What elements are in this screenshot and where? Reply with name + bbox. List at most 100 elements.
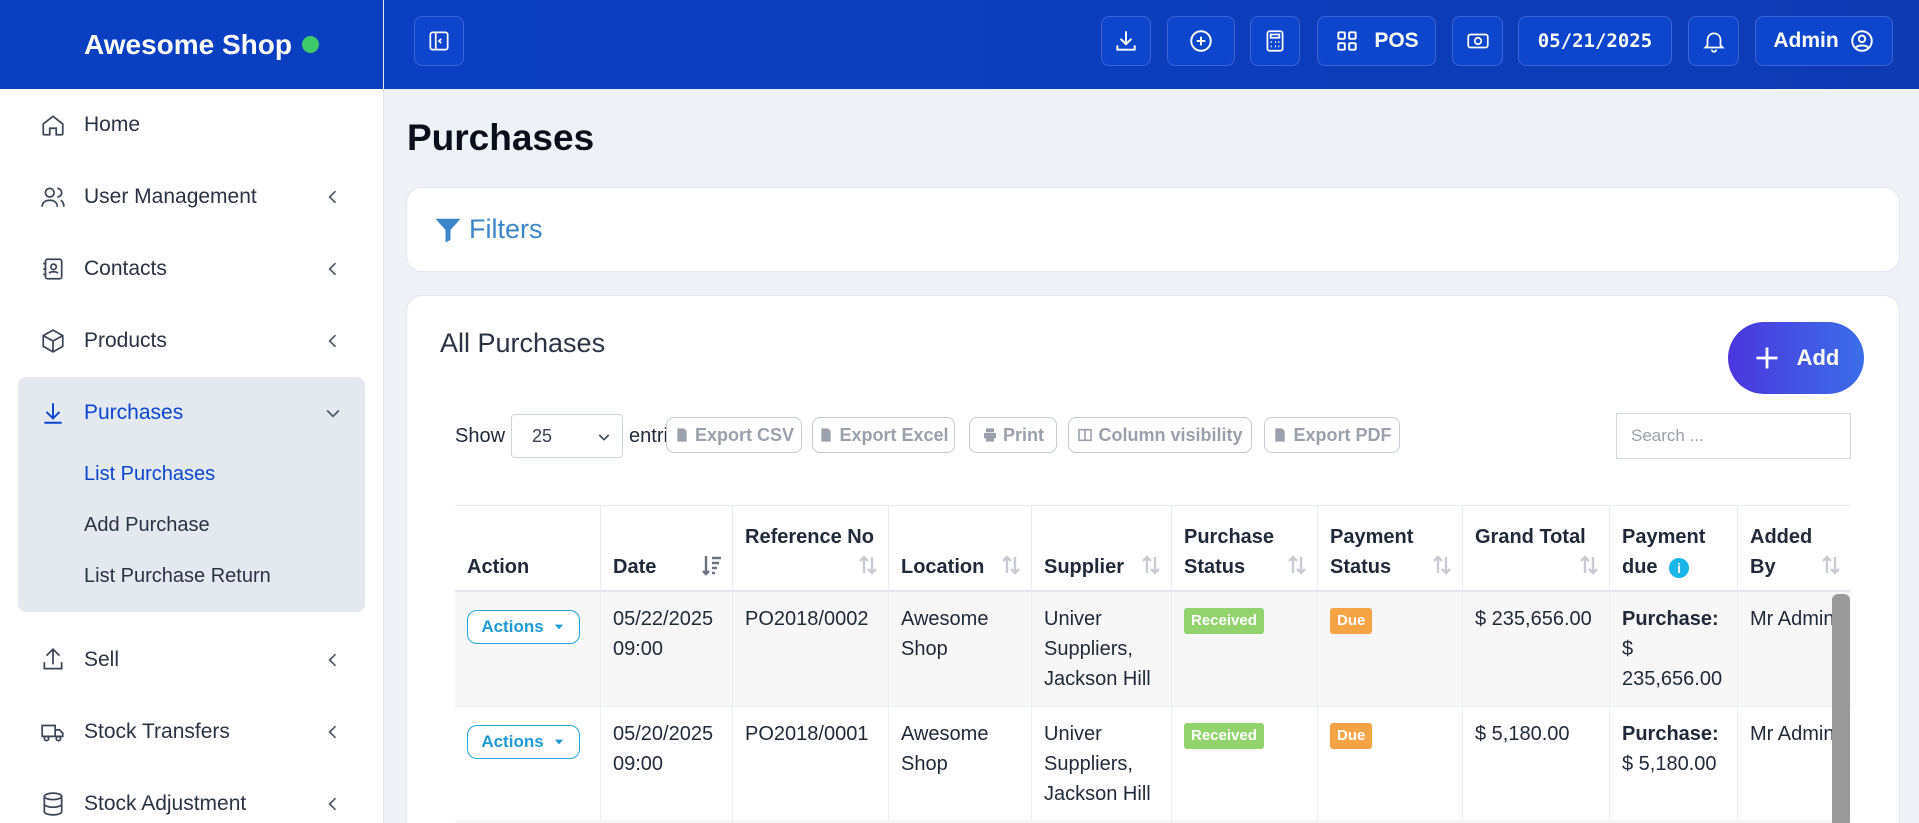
pos-label: POS bbox=[1374, 29, 1419, 52]
filter-icon bbox=[435, 218, 461, 242]
actions-label: Actions bbox=[481, 617, 544, 636]
users-icon bbox=[38, 182, 68, 212]
due-value: $ 5,180.00 bbox=[1622, 753, 1717, 775]
download-button[interactable] bbox=[1101, 16, 1151, 66]
due-label: Purchase: bbox=[1622, 723, 1719, 745]
sidebar-item-label: User Management bbox=[84, 185, 257, 208]
sort-icon bbox=[1288, 555, 1306, 575]
search-placeholder: Search ... bbox=[1631, 426, 1704, 445]
due-label: Purchase: bbox=[1622, 608, 1719, 630]
chevron-left-icon bbox=[328, 797, 337, 811]
brand-name: Awesome Shop bbox=[84, 28, 292, 60]
cell-location: Awesome Shop bbox=[889, 592, 1032, 707]
calculator-button[interactable] bbox=[1250, 16, 1300, 66]
print-button[interactable]: Print bbox=[969, 417, 1057, 453]
sidebar-item-stock-transfers[interactable]: Stock Transfers bbox=[18, 696, 365, 768]
cell-payment-due: Purchase: $ 5,180.00 bbox=[1610, 707, 1738, 822]
sidebar-item-contacts[interactable]: Contacts bbox=[18, 233, 365, 305]
col-header-date[interactable]: Date bbox=[601, 506, 733, 593]
printer-icon bbox=[983, 428, 996, 442]
sidebar-item-label: Home bbox=[84, 113, 141, 136]
entries-select[interactable]: 25 bbox=[511, 414, 624, 458]
export-pdf-button[interactable]: Export PDF bbox=[1264, 417, 1400, 453]
user-name: Admin bbox=[1773, 29, 1839, 52]
download-icon bbox=[1116, 31, 1136, 51]
cell-supplier: Univer Suppliers, Jackson Hill bbox=[1032, 592, 1172, 707]
add-label: Add bbox=[1796, 345, 1840, 370]
payment-status-badge[interactable]: Due bbox=[1330, 608, 1373, 634]
upload-icon bbox=[38, 645, 68, 675]
cash-register-button[interactable] bbox=[1452, 16, 1503, 66]
table-row: Actions 05/20/2025 09:00 PO2018/0001 Awe… bbox=[455, 707, 1851, 822]
col-header-supplier[interactable]: Supplier bbox=[1032, 506, 1172, 593]
cell-reference-no: PO2018/0001 bbox=[733, 707, 889, 822]
sidebar-subitem-list-purchases[interactable]: List Purchases bbox=[18, 449, 365, 500]
date-display[interactable]: 05/21/2025 bbox=[1518, 16, 1672, 66]
col-header-label: Grand Total bbox=[1475, 526, 1586, 548]
col-header-label: Reference No bbox=[745, 526, 874, 548]
sidebar-item-sell[interactable]: Sell bbox=[18, 624, 365, 696]
export-excel-button[interactable]: Export Excel bbox=[812, 417, 955, 453]
actions-dropdown-button[interactable]: Actions bbox=[467, 725, 580, 759]
chevron-left-icon bbox=[328, 190, 337, 204]
payment-status-badge[interactable]: Due bbox=[1330, 723, 1373, 749]
column-visibility-button[interactable]: Column visibility bbox=[1068, 417, 1252, 453]
file-pdf-icon bbox=[1275, 428, 1286, 442]
pos-button[interactable]: POS bbox=[1317, 16, 1436, 66]
bell-icon bbox=[1702, 32, 1725, 53]
export-csv-button[interactable]: Export CSV bbox=[666, 417, 802, 453]
col-header-label: Supplier bbox=[1044, 556, 1125, 578]
download-icon bbox=[38, 398, 68, 428]
cell-date: 05/20/2025 09:00 bbox=[601, 707, 733, 822]
sort-icon bbox=[1822, 555, 1840, 575]
plus-circle-icon bbox=[1190, 30, 1212, 52]
sidebar-toggle-icon bbox=[429, 31, 449, 51]
col-header-reference-no[interactable]: Reference No bbox=[733, 506, 889, 593]
sidebar-subitem-add-purchase[interactable]: Add Purchase bbox=[18, 500, 365, 551]
col-header-grand-total[interactable]: Grand Total bbox=[1463, 506, 1610, 593]
sidebar-item-label: Products bbox=[84, 329, 167, 352]
card-title: All Purchases bbox=[440, 328, 606, 358]
sidebar-item-purchases[interactable]: Purchases bbox=[18, 377, 365, 449]
sidebar-subitem-list-purchase-return[interactable]: List Purchase Return bbox=[18, 551, 365, 602]
actions-dropdown-button[interactable]: Actions bbox=[467, 610, 580, 644]
sidebar-item-products[interactable]: Products bbox=[18, 305, 365, 377]
col-header-action[interactable]: Action bbox=[455, 506, 601, 593]
file-csv-icon bbox=[677, 428, 687, 442]
brand[interactable]: Awesome Shop bbox=[0, 0, 383, 89]
user-menu-button[interactable]: Admin bbox=[1755, 16, 1893, 66]
sidebar-item-stock-adjustment[interactable]: Stock Adjustment bbox=[18, 768, 365, 823]
col-header-payment-due[interactable]: Payment due i bbox=[1610, 506, 1738, 593]
col-header-label: Added By bbox=[1750, 526, 1813, 578]
cell-date: 05/22/2025 09:00 bbox=[601, 592, 733, 707]
sidebar-item-user-management[interactable]: User Management bbox=[18, 161, 365, 233]
filters-panel[interactable]: Filters bbox=[406, 187, 1900, 272]
col-header-location[interactable]: Location bbox=[889, 506, 1032, 593]
filters-label: Filters bbox=[469, 214, 543, 244]
col-header-label: Location bbox=[901, 556, 985, 578]
add-circle-button[interactable] bbox=[1167, 16, 1235, 66]
col-header-purchase-status[interactable]: Purchase Status bbox=[1172, 506, 1318, 593]
table-row: Actions 05/22/2025 09:00 PO2018/0002 Awe… bbox=[455, 592, 1851, 707]
col-header-label: Action bbox=[467, 556, 530, 578]
export-pdf-label: Export PDF bbox=[1293, 424, 1392, 445]
sort-icon bbox=[1142, 555, 1160, 575]
table-scrollbar[interactable] bbox=[1832, 594, 1850, 823]
add-purchase-button[interactable]: Add bbox=[1728, 322, 1864, 394]
col-header-payment-status[interactable]: Payment Status bbox=[1318, 506, 1463, 593]
sort-icon bbox=[1580, 555, 1598, 575]
search-input[interactable]: Search ... bbox=[1616, 413, 1851, 459]
info-icon[interactable]: i bbox=[1669, 557, 1690, 578]
actions-label: Actions bbox=[481, 732, 544, 751]
sidebar-toggle-button[interactable] bbox=[414, 16, 464, 66]
sidebar-group-purchases: Purchases List Purchases Add Purchase Li… bbox=[18, 377, 365, 612]
status-dot bbox=[301, 36, 319, 53]
home-icon bbox=[38, 110, 68, 140]
col-header-added-by[interactable]: Added By bbox=[1738, 506, 1851, 593]
sidebar-item-label: Sell bbox=[84, 648, 120, 671]
sidebar-item-label: Stock Adjustment bbox=[84, 792, 247, 815]
database-icon bbox=[38, 789, 68, 819]
sort-icon bbox=[1002, 555, 1020, 575]
sidebar-item-home[interactable]: Home bbox=[18, 89, 365, 161]
notifications-button[interactable] bbox=[1688, 16, 1739, 66]
